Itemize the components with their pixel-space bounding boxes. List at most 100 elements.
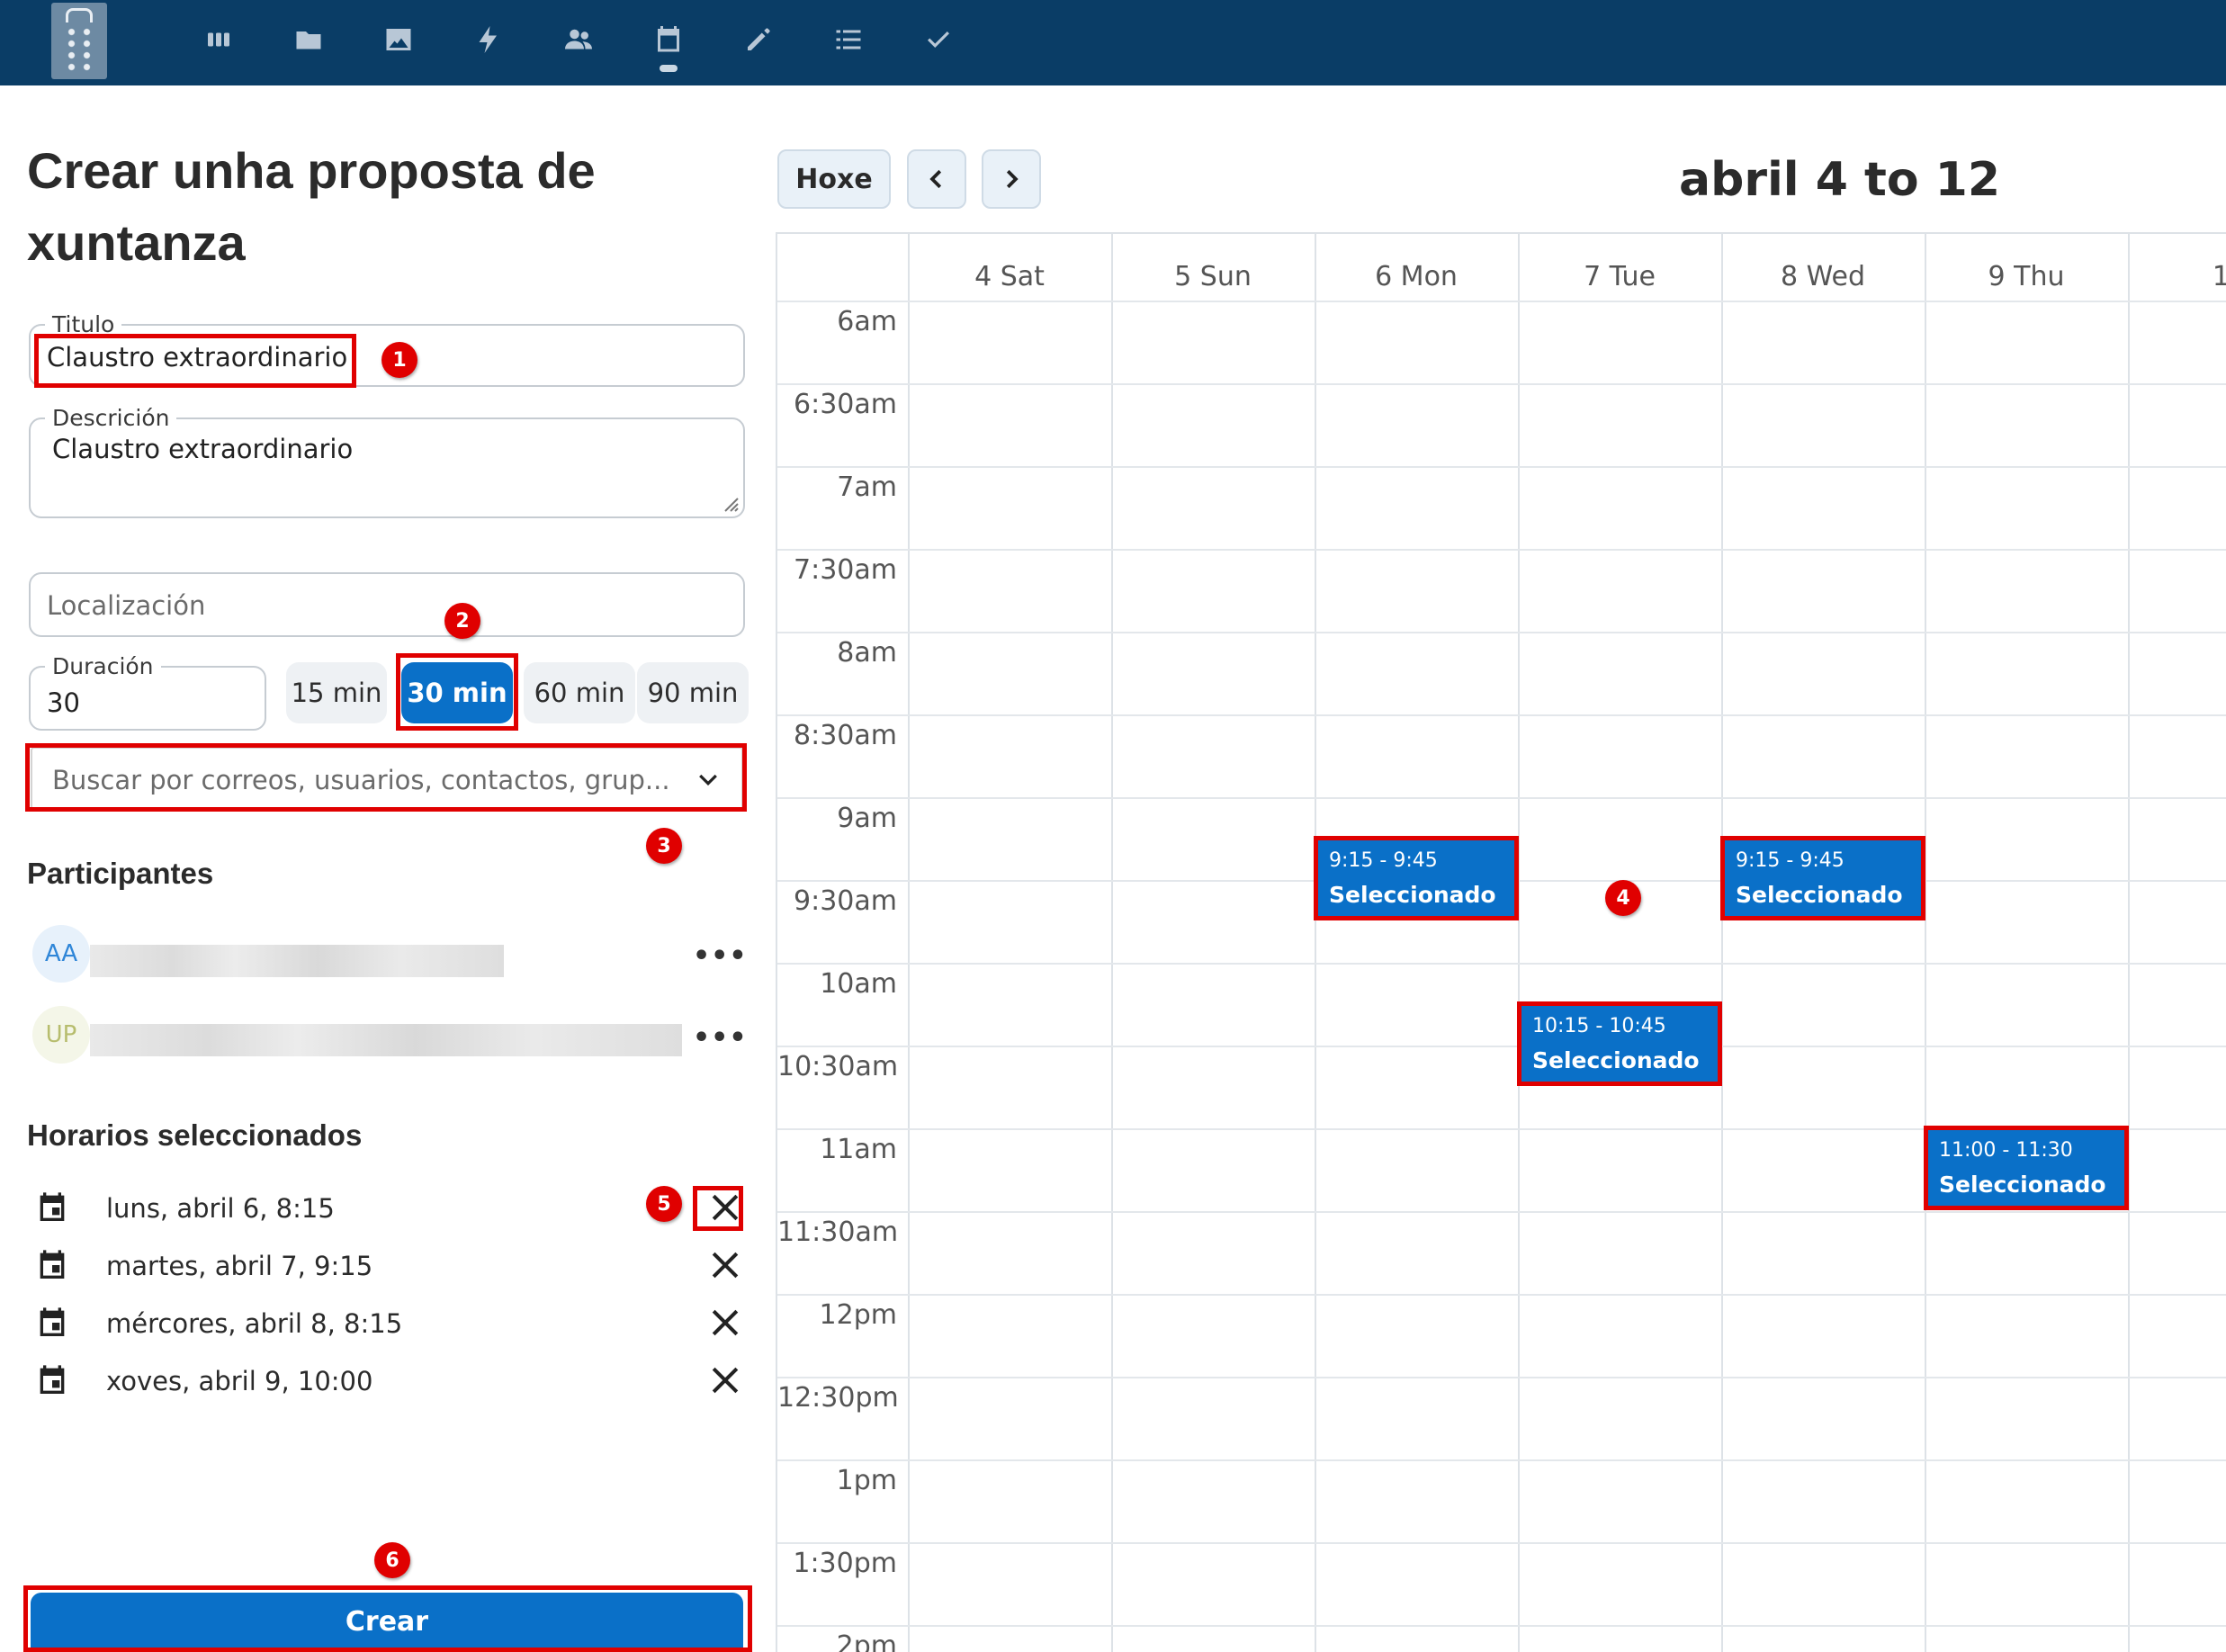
time-slot-divider xyxy=(777,963,2226,965)
schedule-label: mércores, abril 8, 8:15 xyxy=(106,1308,403,1339)
localizacion-placeholder: Localización xyxy=(47,590,206,621)
today-button[interactable]: Hoxe xyxy=(777,149,891,209)
close-icon[interactable] xyxy=(705,1360,745,1400)
time-slot-divider xyxy=(777,632,2226,633)
list-icon[interactable] xyxy=(829,20,868,59)
participant-more-button[interactable]: ••• xyxy=(693,1022,748,1054)
titulo-label: Titulo xyxy=(45,311,122,337)
day-column-divider xyxy=(1925,234,1926,1652)
crown-shape xyxy=(66,8,93,22)
day-header[interactable]: 9 Thu xyxy=(1988,261,2065,292)
bolt-icon[interactable] xyxy=(469,20,508,59)
day-column-divider xyxy=(1518,234,1520,1652)
selected-time-event[interactable]: 9:15 - 9:45 Seleccionado xyxy=(1314,836,1519,920)
time-slot-divider xyxy=(777,1294,2226,1296)
participantes-heading: Participantes xyxy=(27,857,214,890)
participant-name-blurred xyxy=(90,945,504,977)
horarios-heading: Horarios seleccionados xyxy=(27,1118,363,1152)
time-slot-divider xyxy=(777,301,2226,302)
duration-15-button[interactable]: 15 min xyxy=(286,662,387,723)
folder-icon[interactable] xyxy=(289,20,328,59)
calendar-event-icon xyxy=(40,1307,65,1336)
crear-button[interactable]: Crear xyxy=(31,1593,743,1650)
event-label: Seleccionado xyxy=(1736,882,1903,908)
descricion-value: Claustro extraordinario xyxy=(52,434,354,464)
duration-30-button[interactable]: 30 min xyxy=(401,662,513,723)
event-label: Seleccionado xyxy=(1532,1047,1700,1073)
event-time: 10:15 - 10:45 xyxy=(1532,1015,1666,1037)
duracion-label: Duración xyxy=(45,653,161,679)
time-label: 1pm xyxy=(836,1465,897,1496)
time-label: 2pm xyxy=(836,1630,897,1652)
time-label: 11:30am xyxy=(777,1217,899,1248)
xunta-logo[interactable] xyxy=(51,3,107,79)
participant-name-blurred xyxy=(90,1024,682,1056)
event-time: 11:00 - 11:30 xyxy=(1939,1139,2073,1162)
time-slot-divider xyxy=(777,1625,2226,1627)
prev-week-button[interactable] xyxy=(907,149,966,209)
chevron-left-icon xyxy=(929,169,942,189)
schedule-item: luns, abril 6, 8:15 xyxy=(34,1186,745,1231)
day-header[interactable]: 6 Mon xyxy=(1375,261,1458,292)
image-icon[interactable] xyxy=(379,20,418,59)
avatar: AA xyxy=(32,925,90,983)
close-icon[interactable] xyxy=(705,1303,745,1342)
time-slot-divider xyxy=(777,549,2226,551)
day-header[interactable]: 7 Tue xyxy=(1584,261,1656,292)
selected-time-event[interactable]: 10:15 - 10:45 Seleccionado xyxy=(1517,1001,1722,1086)
event-time: 9:15 - 9:45 xyxy=(1736,849,1845,872)
check-icon[interactable] xyxy=(919,20,958,59)
day-column-divider xyxy=(2128,234,2130,1652)
schedule-item: mércores, abril 8, 8:15 xyxy=(34,1301,745,1346)
descricion-field[interactable]: Descrición Claustro extraordinario xyxy=(29,405,745,518)
day-header[interactable]: 10 xyxy=(2213,261,2226,292)
time-label: 7am xyxy=(837,471,897,503)
time-label: 12:30pm xyxy=(777,1382,899,1414)
duration-60-button[interactable]: 60 min xyxy=(524,662,635,723)
time-slot-divider xyxy=(777,383,2226,385)
time-label: 10:30am xyxy=(777,1051,899,1082)
cross-pattern xyxy=(64,26,94,73)
close-icon[interactable] xyxy=(705,1188,745,1227)
schedule-label: xoves, abril 9, 10:00 xyxy=(106,1366,373,1396)
time-label: 6am xyxy=(837,306,897,337)
selected-time-event[interactable]: 9:15 - 9:45 Seleccionado xyxy=(1720,836,1925,920)
time-label: 1:30pm xyxy=(793,1548,897,1579)
columns-icon[interactable] xyxy=(199,20,238,59)
week-calendar-grid[interactable]: 4 Sat 5 Sun 6 Mon 7 Tue 8 Wed 9 Thu 10 6am 6:30a… xyxy=(776,232,2226,1652)
chevron-down-icon[interactable] xyxy=(695,767,722,794)
titulo-value: Claustro extraordinario xyxy=(47,342,348,373)
close-icon[interactable] xyxy=(705,1245,745,1285)
pencil-icon[interactable] xyxy=(739,20,778,59)
time-label: 6:30am xyxy=(794,389,897,420)
participant-more-button[interactable]: ••• xyxy=(693,940,748,972)
page-title: Crear unha proposta de xuntanza xyxy=(27,142,596,271)
calendar-icon[interactable] xyxy=(649,20,688,72)
descricion-label: Descrición xyxy=(45,405,177,431)
participant-search-select[interactable]: Buscar por correos, usuarios, contactos,… xyxy=(31,747,743,810)
day-header[interactable]: 8 Wed xyxy=(1781,261,1865,292)
time-slot-divider xyxy=(777,466,2226,468)
schedule-item: martes, abril 7, 9:15 xyxy=(34,1243,745,1288)
event-time: 9:15 - 9:45 xyxy=(1329,849,1438,872)
duration-90-button[interactable]: 90 min xyxy=(637,662,749,723)
schedule-item: xoves, abril 9, 10:00 xyxy=(34,1359,745,1404)
day-column-divider xyxy=(1721,234,1723,1652)
time-slot-divider xyxy=(777,797,2226,799)
schedule-label: luns, abril 6, 8:15 xyxy=(106,1193,335,1224)
localizacion-field[interactable]: Localización xyxy=(29,572,745,637)
annotation-badge-3: 3 xyxy=(646,828,682,864)
next-week-button[interactable] xyxy=(982,149,1041,209)
selected-time-event[interactable]: 11:00 - 11:30 Seleccionado xyxy=(1924,1126,2129,1210)
day-header[interactable]: 5 Sun xyxy=(1174,261,1252,292)
time-slot-divider xyxy=(777,1046,2226,1047)
chevron-right-icon xyxy=(1006,169,1019,189)
calendar-event-icon xyxy=(40,1192,65,1221)
day-header[interactable]: 4 Sat xyxy=(974,261,1045,292)
resize-handle-icon[interactable] xyxy=(720,493,740,513)
annotation-badge-1: 1 xyxy=(381,342,417,378)
duracion-field[interactable]: Duración 30 xyxy=(29,653,266,731)
people-icon[interactable] xyxy=(559,20,598,59)
search-placeholder: Buscar por correos, usuarios, contactos,… xyxy=(52,765,670,795)
time-label: 12pm xyxy=(819,1299,897,1331)
